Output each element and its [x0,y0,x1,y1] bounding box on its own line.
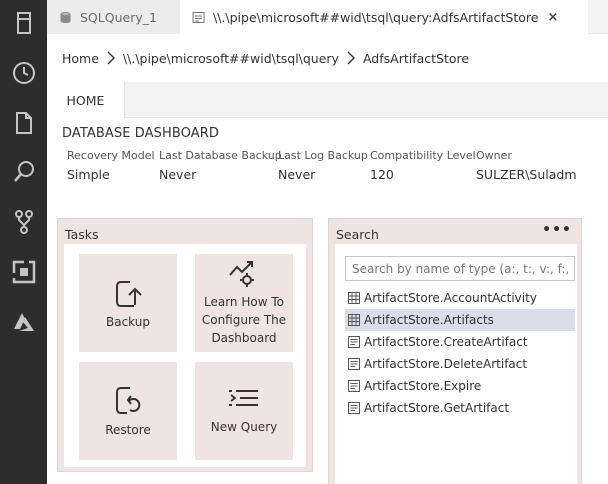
more-actions-icon[interactable]: ••• [542,223,572,237]
tab-label: \\.\pipe\microsoft##wid\tsql\query:AdfsA… [213,9,539,25]
task-label: Backup [106,315,150,329]
history-icon[interactable] [0,53,47,93]
azure-icon[interactable] [0,302,47,342]
servers-icon[interactable] [0,3,47,43]
backup-task-button[interactable]: Backup [79,254,177,352]
property-recovery-model: Recovery Model Simple [67,149,155,182]
list-item[interactable]: ArtifactStore.AccountActivity [345,287,575,309]
dashboard-ribbon: HOME [47,82,608,118]
search-widget: Search ••• ArtifactStore.AccountActivity… [328,218,582,484]
tab-sqlquery[interactable]: SQLQuery_1 [47,0,180,34]
extensions-icon[interactable] [0,252,47,292]
object-name: ArtifactStore.CreateArtifact [364,335,528,349]
configure-dashboard-task-button[interactable]: Learn How To Configure The Dashboard [195,254,293,352]
table-icon [348,314,360,326]
list-item[interactable]: ArtifactStore.DeleteArtifact [345,353,575,375]
list-item[interactable]: ArtifactStore.GetArtifact [345,397,575,419]
chevron-right-icon [347,51,355,65]
property-last-log-backup: Last Log Backup Never [278,149,368,182]
property-owner: Owner SULZER\Suladm [476,149,577,182]
breadcrumb-item-home[interactable]: Home [62,51,99,66]
tab-home[interactable]: HOME [47,82,125,118]
file-icon[interactable] [0,103,47,143]
tab-dashboard[interactable]: \\.\pipe\microsoft##wid\tsql\query:AdfsA… [180,0,588,34]
procedure-icon [348,402,360,414]
property-label: Owner [476,149,512,162]
property-last-database-backup: Last Database Backup Never [159,149,282,182]
table-icon [348,292,360,304]
new-query-icon [229,390,258,406]
search-widget-body: ArtifactStore.AccountActivity ArtifactSt… [335,244,577,484]
tasks-widget: Tasks Backup Learn How To Configure The … [57,218,313,472]
list-item[interactable]: ArtifactStore.Expire [345,375,575,397]
breadcrumb-item-server[interactable]: \\.\pipe\microsoft##wid\tsql\query [123,51,339,66]
object-name: ArtifactStore.AccountActivity [364,291,537,305]
dashboard-icon [192,11,205,24]
list-item[interactable]: ArtifactStore.Artifacts [345,309,575,331]
property-value: Simple [67,167,110,182]
breadcrumb: Home \\.\pipe\microsoft##wid\tsql\query … [62,49,469,67]
database-icon [59,11,72,24]
object-list: ArtifactStore.AccountActivity ArtifactSt… [345,287,575,419]
tasks-widget-body: Backup Learn How To Configure The Dashbo… [64,244,306,467]
activity-bar [0,0,47,484]
property-label: Last Database Backup [159,149,282,162]
property-label: Recovery Model [67,149,155,162]
property-value: SULZER\Suladm [476,167,577,182]
widget-title: Search [336,227,379,242]
object-name: ArtifactStore.Expire [364,379,482,393]
task-label: Learn How To Configure The Dashboard [201,295,287,345]
task-label: New Query [210,420,278,434]
property-label: Compatibility Level [370,149,476,162]
search-input[interactable] [345,256,575,281]
property-value: 120 [370,167,394,182]
procedure-icon [348,358,360,370]
chevron-right-icon [107,51,115,65]
configure-dashboard-icon [229,261,254,287]
task-label: Restore [105,423,151,437]
close-icon[interactable]: × [547,10,558,25]
object-name: ArtifactStore.DeleteArtifact [364,357,528,371]
page-title: DATABASE DASHBOARD [62,126,220,141]
object-name: ArtifactStore.Artifacts [364,313,494,327]
new-query-task-button[interactable]: New Query [195,362,293,460]
property-value: Never [159,167,197,182]
list-item[interactable]: ArtifactStore.CreateArtifact [345,331,575,353]
source-control-icon[interactable] [0,202,47,242]
property-label: Last Log Backup [278,149,368,162]
procedure-icon [348,380,360,392]
search-icon[interactable] [0,152,47,192]
object-name: ArtifactStore.GetArtifact [364,401,510,415]
property-value: Never [278,167,316,182]
property-compatibility-level: Compatibility Level 120 [370,149,476,182]
editor-tab-strip: SQLQuery_1 \\.\pipe\microsoft##wid\tsql\… [47,0,608,34]
procedure-icon [348,336,360,348]
restore-icon [116,387,141,414]
restore-task-button[interactable]: Restore [79,362,177,460]
tab-label: SQLQuery_1 [80,9,157,25]
backup-icon [116,281,142,307]
breadcrumb-item-database[interactable]: AdfsArtifactStore [363,51,469,66]
widget-title: Tasks [65,227,99,242]
